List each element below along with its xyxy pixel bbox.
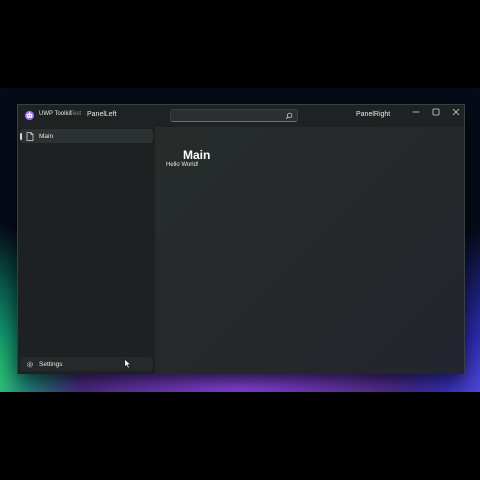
maximize-icon: [432, 108, 440, 116]
sidebar-item-label: Settings: [39, 361, 63, 368]
main-content: Main Hello World!: [155, 127, 464, 374]
selection-indicator: [20, 133, 22, 140]
close-button[interactable]: [446, 105, 466, 119]
search-box[interactable]: [170, 109, 298, 122]
app-logo-icon: [24, 110, 35, 121]
desktop: UWP Toolkit Test PanelLeft PanelRight Ma…: [0, 0, 480, 480]
close-icon: [452, 108, 460, 116]
app-subtitle: Test: [70, 111, 82, 117]
page-icon: [26, 132, 34, 141]
sidebar-item-label: Main: [39, 133, 54, 140]
sidebar: Main Settings: [18, 127, 155, 374]
search-icon[interactable]: [285, 112, 293, 120]
mouse-cursor-icon: [124, 359, 131, 369]
app-window: UWP Toolkit Test PanelLeft PanelRight Ma…: [17, 104, 465, 374]
maximize-button[interactable]: [426, 105, 446, 119]
panel-right-label: PanelRight: [356, 111, 391, 118]
minimize-icon: [412, 111, 420, 113]
app-title: UWP Toolkit: [39, 111, 72, 117]
search-input[interactable]: [175, 111, 281, 120]
gear-icon: [27, 361, 33, 368]
title-bar[interactable]: UWP Toolkit Test PanelLeft PanelRight: [18, 105, 464, 127]
minimize-button[interactable]: [406, 105, 426, 119]
sidebar-item-main[interactable]: Main: [20, 129, 153, 143]
page-title: Main: [183, 148, 211, 162]
page-body-text: Hello World!: [166, 162, 199, 168]
sidebar-item-settings[interactable]: Settings: [20, 357, 153, 371]
panel-left-label: PanelLeft: [87, 111, 117, 118]
